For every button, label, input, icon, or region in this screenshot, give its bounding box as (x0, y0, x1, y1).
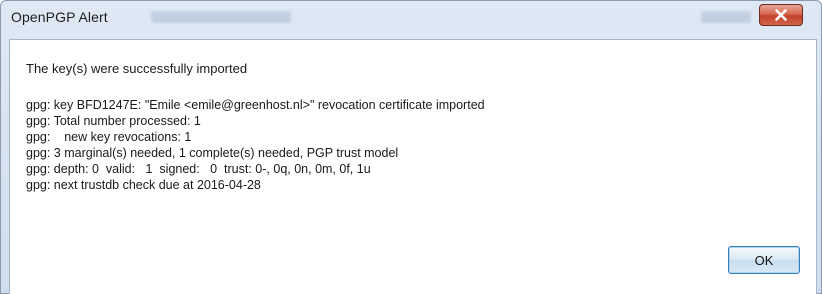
close-button[interactable] (759, 4, 803, 26)
background-window-title-blur (701, 11, 751, 23)
alert-headline: The key(s) were successfully imported (26, 61, 248, 76)
gpg-output-line: gpg: depth: 0 valid: 1 signed: 0 trust: … (26, 162, 371, 176)
window-title: OpenPGP Alert (11, 9, 108, 25)
background-window-title-blur (151, 11, 291, 23)
gpg-output-line: gpg: new key revocations: 1 (26, 130, 192, 144)
title-bar[interactable]: OpenPGP Alert (1, 1, 821, 39)
gpg-output-line: gpg: Total number processed: 1 (26, 114, 201, 128)
close-icon (775, 9, 787, 21)
ok-button[interactable]: OK (728, 246, 800, 274)
gpg-output-line: gpg: key BFD1247E: "Emile <emile@greenho… (26, 98, 485, 112)
gpg-output-line: gpg: 3 marginal(s) needed, 1 complete(s)… (26, 146, 399, 160)
gpg-output-log: gpg: key BFD1247E: "Emile <emile@greenho… (26, 97, 485, 193)
dialog-content: The key(s) were successfully imported gp… (9, 39, 817, 294)
alert-dialog-window: OpenPGP Alert The key(s) were successful… (0, 0, 822, 294)
gpg-output-line: gpg: next trustdb check due at 2016-04-2… (26, 178, 261, 192)
